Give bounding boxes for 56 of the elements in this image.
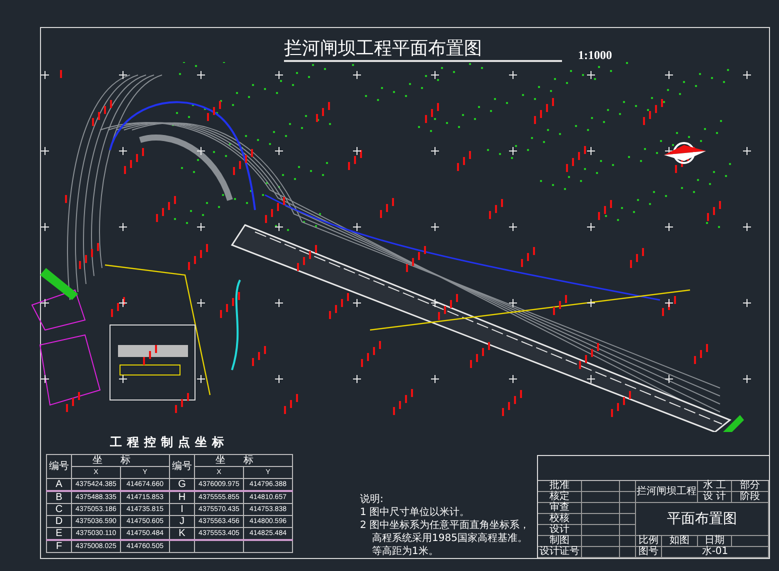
title-block-label: 设 计 bbox=[698, 492, 732, 503]
point-label: I bbox=[170, 504, 194, 516]
title-block-label: 设计 bbox=[538, 525, 582, 536]
note-text: 1 图中尺寸单位以米计。 bbox=[360, 507, 471, 519]
empty-cell bbox=[582, 481, 620, 492]
empty-cell bbox=[620, 525, 636, 536]
project-name: 拦河闸坝工程 bbox=[636, 481, 698, 503]
title-block-label: 设计证号 bbox=[538, 547, 582, 558]
point-label: K bbox=[170, 528, 194, 540]
title-block-label: 批准 bbox=[538, 481, 582, 492]
empty-cell bbox=[620, 514, 636, 525]
empty-cell bbox=[582, 503, 620, 514]
title-block-label: 部分 bbox=[732, 481, 769, 492]
drawing-title: 拦河闸坝工程平面布置图 bbox=[284, 38, 562, 62]
note-text: 等高距为1米。 bbox=[371, 546, 440, 558]
title-block-label: 如图 bbox=[662, 536, 698, 547]
point-label: B bbox=[46, 491, 72, 504]
column-header: 坐标 bbox=[194, 454, 292, 466]
empty-cell bbox=[620, 547, 636, 558]
title-block-label: 核定 bbox=[538, 492, 582, 503]
empty-cell bbox=[582, 492, 620, 503]
empty-cell bbox=[620, 481, 636, 492]
empty-cell bbox=[582, 547, 620, 558]
column-header: 坐标 bbox=[72, 454, 170, 466]
point-label: C bbox=[46, 504, 72, 516]
empty-cell bbox=[620, 536, 636, 547]
drawing-number: 水-01 bbox=[662, 547, 769, 558]
point-label: E bbox=[46, 528, 72, 540]
title-block-label: 制图 bbox=[538, 536, 582, 547]
empty-cell bbox=[620, 492, 636, 503]
note-text: 2 图中坐标系为任意平面直角坐标系， bbox=[360, 520, 530, 532]
point-label: F bbox=[46, 540, 72, 552]
title-block-label: 校核 bbox=[538, 514, 582, 525]
column-header: 编号 bbox=[46, 454, 72, 478]
scale-text: 1:1000 bbox=[578, 48, 612, 63]
empty-cell bbox=[582, 525, 620, 536]
point-label: J bbox=[170, 516, 194, 528]
point-label: D bbox=[46, 516, 72, 528]
title-block-label: 图号 bbox=[636, 547, 662, 558]
title-block-label: 比例 bbox=[636, 536, 662, 547]
sheet-title: 平面布置图 bbox=[636, 503, 769, 536]
empty-cell bbox=[732, 536, 769, 547]
title-block-label: 日期 bbox=[698, 536, 732, 547]
point-label: G bbox=[170, 478, 194, 491]
title-block-label: 审查 bbox=[538, 503, 582, 514]
title-block-label: 阶段 bbox=[732, 492, 769, 503]
empty-cell bbox=[582, 514, 620, 525]
title-block-label: 水 工 bbox=[698, 481, 732, 492]
empty-cell bbox=[620, 503, 636, 514]
column-header: 编号 bbox=[170, 454, 194, 478]
notes-heading: 说明: bbox=[360, 494, 384, 506]
point-label: H bbox=[170, 491, 194, 504]
note-text: 高程系统采用1985国家高程基准。 bbox=[371, 533, 528, 545]
point-label: A bbox=[46, 478, 72, 491]
table-title: 工程控制点坐标 bbox=[110, 434, 229, 451]
empty-cell bbox=[582, 536, 620, 547]
